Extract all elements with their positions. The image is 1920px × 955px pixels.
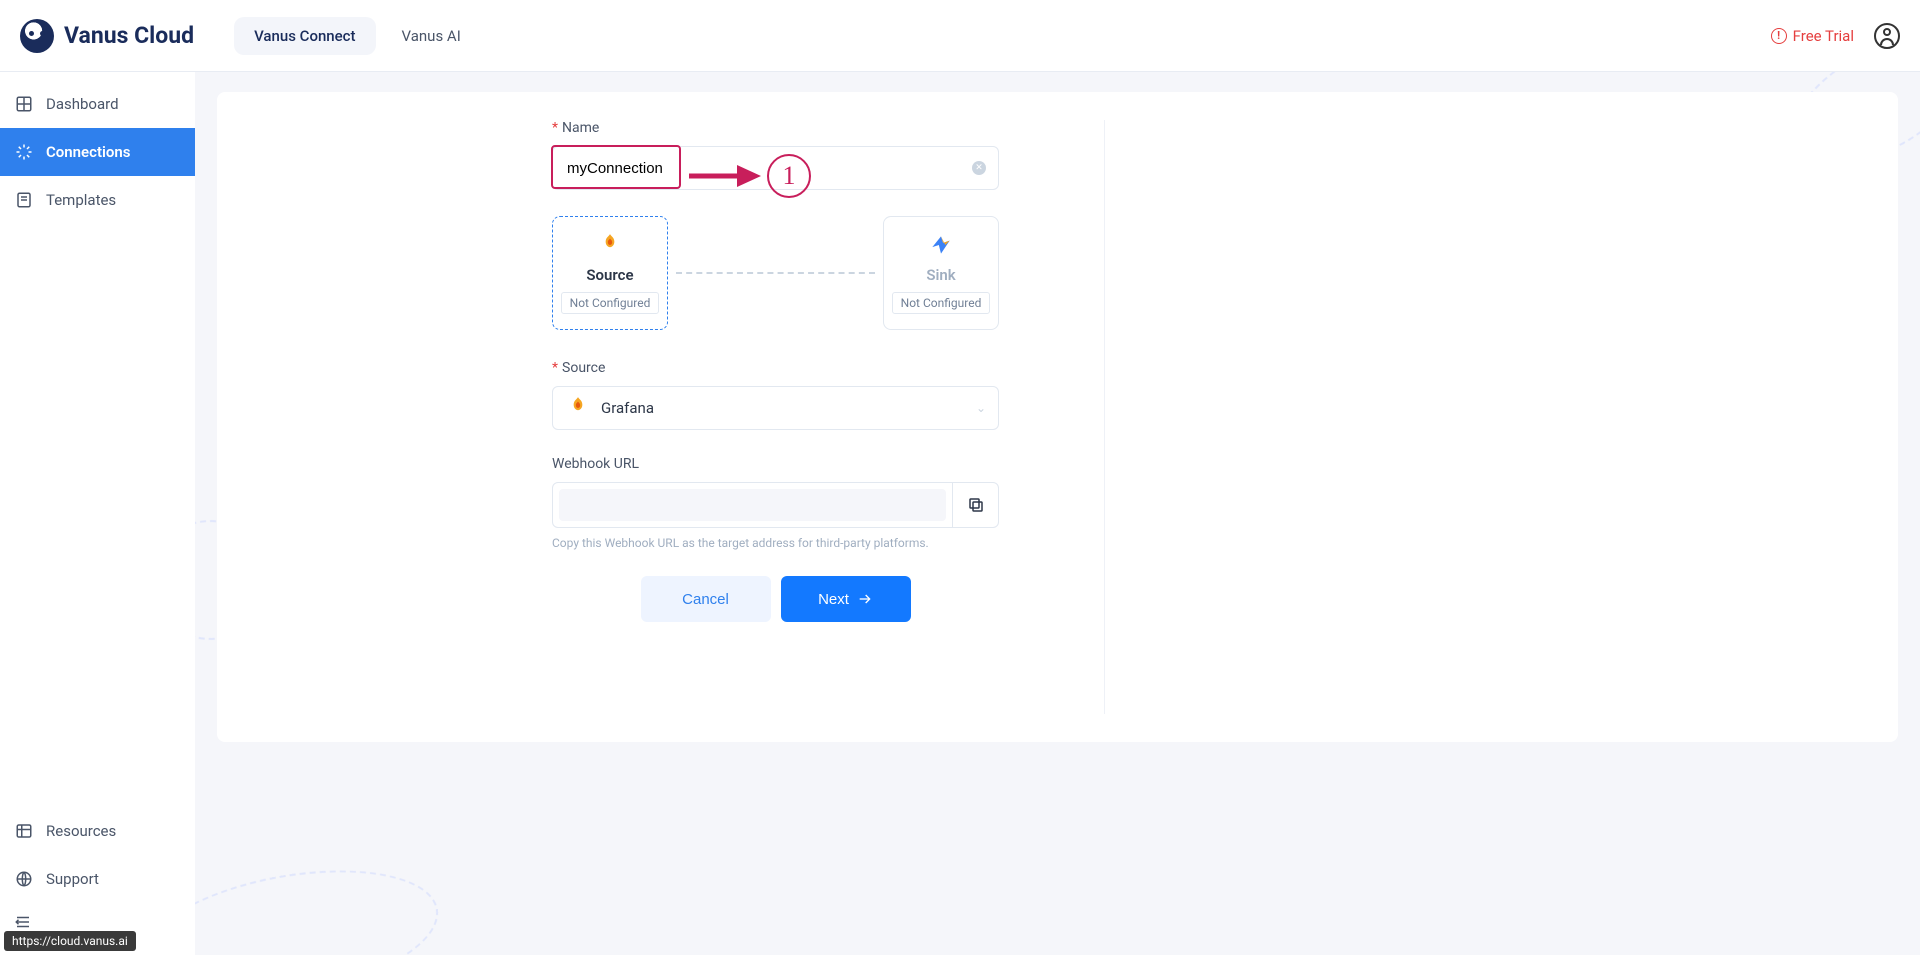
- webhook-hint: Copy this Webhook URL as the target addr…: [552, 536, 999, 550]
- source-select[interactable]: Grafana ⌄: [552, 386, 999, 430]
- arrow-right-icon: [857, 591, 873, 607]
- sink-card-title: Sink: [926, 266, 955, 284]
- sidebar-label: Dashboard: [46, 95, 119, 113]
- next-label: Next: [818, 591, 849, 608]
- connector-line: [676, 272, 875, 274]
- sidebar-item-templates[interactable]: Templates: [0, 176, 195, 224]
- header: Vanus Cloud Vanus Connect Vanus AI ! Fre…: [0, 0, 1920, 72]
- copy-icon: [967, 496, 985, 514]
- status-bar-url: https://cloud.vanus.ai: [4, 931, 136, 951]
- user-menu[interactable]: [1874, 23, 1900, 49]
- chevron-down-icon: ⌄: [976, 401, 986, 415]
- sidebar-label: Templates: [46, 191, 116, 209]
- cancel-button[interactable]: Cancel: [641, 576, 771, 622]
- user-icon: [1883, 28, 1891, 36]
- sidebar-label: Support: [46, 870, 99, 888]
- sink-card[interactable]: Sink Not Configured: [883, 216, 999, 330]
- webhook-row: [552, 482, 999, 528]
- annotation-highlight: [551, 145, 681, 189]
- clear-icon[interactable]: ✕: [972, 161, 986, 175]
- sidebar-label: Resources: [46, 822, 116, 840]
- grafana-icon: [565, 395, 591, 421]
- main: *Name ✕ 1 Source Not Configured: [195, 72, 1920, 955]
- sidebar: Dashboard Connections Templates Resource…: [0, 72, 195, 955]
- dashboard-icon: [14, 94, 34, 114]
- form-actions: Cancel Next: [552, 576, 999, 622]
- nav-tabs: Vanus Connect Vanus AI: [234, 17, 481, 55]
- source-sink-row: Source Not Configured Sink Not Configure…: [552, 216, 999, 330]
- tab-vanus-ai[interactable]: Vanus AI: [382, 17, 481, 55]
- form-card: *Name ✕ 1 Source Not Configured: [217, 92, 1898, 742]
- source-selected: Grafana: [601, 399, 966, 417]
- tab-vanus-connect[interactable]: Vanus Connect: [234, 17, 375, 55]
- sink-icon: [928, 232, 954, 258]
- alert-icon: !: [1771, 28, 1787, 44]
- sink-card-status: Not Configured: [892, 292, 991, 314]
- sidebar-label: Connections: [46, 143, 130, 161]
- webhook-label: Webhook URL: [552, 456, 999, 472]
- logo[interactable]: Vanus Cloud: [20, 19, 194, 53]
- free-trial-badge[interactable]: ! Free Trial: [1771, 27, 1854, 45]
- next-button[interactable]: Next: [781, 576, 911, 622]
- source-label: *Source: [552, 360, 999, 376]
- source-card-status: Not Configured: [561, 292, 660, 314]
- name-label: *Name: [552, 120, 999, 136]
- copy-button[interactable]: [952, 483, 998, 527]
- sidebar-item-resources[interactable]: Resources: [0, 807, 195, 855]
- logo-text: Vanus Cloud: [64, 22, 194, 49]
- collapse-icon: [14, 913, 32, 931]
- sidebar-item-dashboard[interactable]: Dashboard: [0, 80, 195, 128]
- source-card-title: Source: [586, 266, 633, 284]
- grafana-icon: [597, 232, 623, 258]
- support-icon: [14, 869, 34, 889]
- connections-icon: [14, 142, 34, 162]
- resources-icon: [14, 821, 34, 841]
- free-trial-label: Free Trial: [1793, 27, 1854, 45]
- webhook-value: [559, 489, 946, 521]
- templates-icon: [14, 190, 34, 210]
- logo-icon: [20, 19, 54, 53]
- sidebar-item-support[interactable]: Support: [0, 855, 195, 903]
- source-card[interactable]: Source Not Configured: [552, 216, 668, 330]
- sidebar-item-connections[interactable]: Connections: [0, 128, 195, 176]
